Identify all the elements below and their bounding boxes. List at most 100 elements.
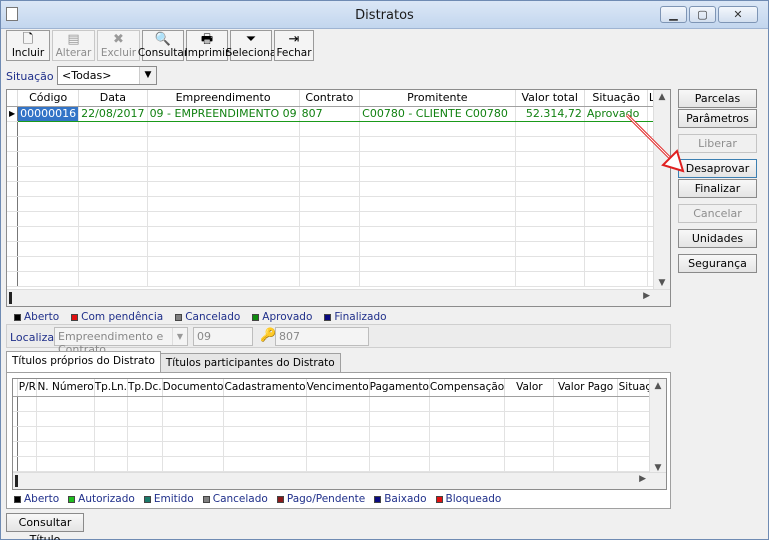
- empty-cell: [223, 426, 307, 442]
- desaprovar-button[interactable]: Desaprovar: [678, 159, 757, 178]
- incluir-button[interactable]: 🗋 Incluir: [6, 30, 50, 61]
- empty-row: [7, 211, 670, 227]
- column-header[interactable]: Situação: [584, 90, 649, 107]
- column-header[interactable]: Data: [78, 90, 148, 107]
- consultar-button[interactable]: 🔍 Consultar: [138, 30, 188, 61]
- titulos-horizontal-scrollbar[interactable]: ▶: [13, 472, 666, 489]
- scroll-right-icon[interactable]: ▶: [639, 474, 646, 484]
- edit-icon: ▤: [67, 32, 80, 47]
- fechar-button[interactable]: ⇥ Fechar: [274, 30, 314, 61]
- imprimir-button[interactable]: 🖶 Imprimir: [185, 30, 229, 61]
- finalizar-button[interactable]: Finalizar: [678, 179, 757, 198]
- empty-cell: [515, 226, 585, 242]
- column-header[interactable]: Pagamento: [369, 379, 430, 397]
- row-pointer-icon: ▶: [7, 106, 19, 122]
- table-cell[interactable]: 807: [299, 105, 361, 122]
- chevron-down-icon[interactable]: ▼: [139, 67, 156, 84]
- localizar-field-combo[interactable]: Empreendimento e Contrato ▼: [54, 327, 188, 356]
- excluir-button[interactable]: ✖ Excluir: [97, 30, 140, 61]
- column-header[interactable]: Vencimento: [306, 379, 370, 397]
- localizar-value2-input[interactable]: 807: [275, 327, 369, 346]
- column-header[interactable]: Contrato: [299, 90, 361, 107]
- empty-cell: [299, 241, 361, 257]
- arrow-shaft-inner: [626, 114, 676, 164]
- column-header[interactable]: Código: [17, 90, 80, 107]
- column-header[interactable]: Valor: [504, 379, 555, 397]
- empty-cell: [78, 196, 148, 212]
- localizar-value1-input[interactable]: 09: [193, 327, 253, 346]
- scroll-thumb[interactable]: [9, 292, 12, 304]
- column-header[interactable]: Promitente: [359, 90, 516, 107]
- scroll-down-icon[interactable]: ▼: [654, 278, 670, 288]
- table-cell[interactable]: 00000016: [17, 105, 80, 122]
- legend-item: Finalizado: [324, 311, 387, 323]
- scroll-thumb[interactable]: [15, 475, 18, 487]
- situacao-value: <Todas>: [62, 69, 112, 82]
- table-cell[interactable]: C00780 - CLIENTE C00780: [359, 105, 516, 122]
- legend-item: Aberto: [14, 493, 59, 505]
- table-cell[interactable]: 22/08/2017: [78, 105, 148, 122]
- row-indicator: [7, 151, 19, 167]
- table-cell[interactable]: 09 - EMPREENDIMENTO 09: [147, 105, 300, 122]
- toolbar: 🗋 Incluir ▤ Alterar ✖ Excluir 🔍 Consultar 🖶 Impri…: [6, 30, 314, 61]
- empty-cell: [147, 196, 300, 212]
- parcelas-button[interactable]: Parcelas: [678, 89, 757, 108]
- titulos-vertical-scrollbar[interactable]: ▲ ▼: [649, 379, 666, 475]
- key-icon[interactable]: 🔑: [260, 328, 276, 343]
- empty-cell: [17, 411, 38, 427]
- empty-cell: [78, 226, 148, 242]
- maximize-icon[interactable]: ▢: [689, 6, 716, 23]
- column-header[interactable]: N. Número: [36, 379, 95, 397]
- empty-cell: [584, 271, 649, 287]
- empty-cell: [78, 136, 148, 152]
- column-header[interactable]: Tp.Ln.: [94, 379, 128, 397]
- column-header[interactable]: Documento: [162, 379, 225, 397]
- tab-panel-titulos: P/R N. Número Tp.Ln. Tp.Dc. Documento Cadastr…: [6, 372, 671, 509]
- empty-cell: [369, 441, 430, 457]
- column-header[interactable]: Valor total: [515, 90, 585, 107]
- scroll-up-icon[interactable]: ▲: [650, 381, 666, 391]
- column-header[interactable]: P/R: [17, 379, 38, 397]
- consultar-titulo-button[interactable]: Consultar Título: [6, 513, 84, 540]
- liberar-button[interactable]: Liberar: [678, 134, 757, 153]
- minimize-icon[interactable]: ▁: [660, 6, 687, 23]
- consultar-label: Consultar: [137, 47, 189, 59]
- localizar-bar: Localizar Empreendimento e Contrato ▼ 09…: [6, 324, 671, 356]
- column-header[interactable]: Compensação: [429, 379, 506, 397]
- column-header[interactable]: Empreendimento: [147, 90, 300, 107]
- column-header[interactable]: Cadastramento: [223, 379, 307, 397]
- parametros-button[interactable]: Parâmetros: [678, 109, 757, 128]
- table-row[interactable]: ▶ 00000016 22/08/2017 09 - EMPREENDIMENTO 0…: [7, 105, 670, 122]
- empty-cell: [504, 411, 555, 427]
- empty-cell: [162, 411, 225, 427]
- empty-cell: [78, 256, 148, 272]
- column-header[interactable]: Tp.Dc.: [127, 379, 163, 397]
- row-indicator: [7, 256, 19, 272]
- empty-cell: [515, 256, 585, 272]
- chevron-down-icon[interactable]: ▼: [172, 328, 187, 345]
- seguranca-button[interactable]: Segurança: [678, 254, 757, 273]
- annotation-arrow-shape: [625, 113, 685, 173]
- close-icon[interactable]: ✕: [718, 6, 758, 23]
- empty-row: [13, 426, 666, 442]
- grid-horizontal-scrollbar[interactable]: ▶: [7, 289, 670, 306]
- legend-label: Emitido: [153, 493, 194, 505]
- tab-titulos-participantes[interactable]: Títulos participantes do Distrato: [159, 353, 341, 372]
- empty-cell: [127, 441, 163, 457]
- scroll-right-icon[interactable]: ▶: [643, 291, 650, 301]
- situacao-select[interactable]: <Todas> ▼: [57, 66, 157, 85]
- unidades-button[interactable]: Unidades: [678, 229, 757, 248]
- cancelar-button[interactable]: Cancelar: [678, 204, 757, 223]
- scroll-up-icon[interactable]: ▲: [654, 92, 670, 102]
- tab-titulos-proprios[interactable]: Títulos próprios do Distrato: [6, 351, 161, 372]
- empty-cell: [78, 121, 148, 137]
- legend-label: Aberto: [24, 493, 60, 505]
- legend-swatch: [14, 313, 21, 321]
- alterar-button[interactable]: ▤ Alterar: [52, 30, 95, 61]
- row-indicator: [7, 181, 19, 197]
- empty-cell: [584, 211, 649, 227]
- empty-cell: [17, 241, 80, 257]
- table-cell[interactable]: 52.314,72: [515, 105, 585, 122]
- column-header[interactable]: Valor Pago: [553, 379, 618, 397]
- selecionar-button[interactable]: ⏷ Seleciona: [226, 30, 276, 61]
